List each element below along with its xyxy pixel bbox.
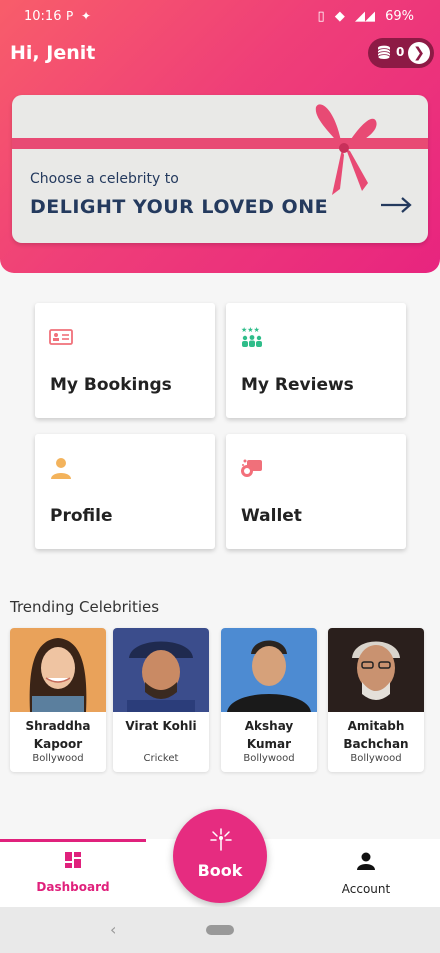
account-icon: [357, 852, 375, 870]
tab-account-label: Account: [341, 882, 391, 896]
active-tab-indicator: [0, 839, 146, 842]
reviews-group-icon: ★★★: [241, 326, 262, 347]
celebrity-name: Akshay Kumar: [244, 719, 294, 751]
book-label: Book: [197, 861, 243, 880]
wallet-icon: [241, 459, 262, 477]
profile-card[interactable]: Profile: [35, 434, 215, 549]
celebrity-card[interactable]: Amitabh Bachchan Bollywood: [328, 628, 424, 772]
vibrate-icon: ▯: [317, 9, 325, 24]
dashboard-icon: [65, 852, 81, 868]
tab-dashboard-label: Dashboard: [36, 880, 110, 894]
gift-banner[interactable]: Choose a celebrity to DELIGHT YOUR LOVED…: [12, 95, 428, 243]
celebrity-name: Shraddha Kapoor: [25, 719, 91, 751]
tab-account[interactable]: Account: [306, 852, 426, 896]
wallet-label: Wallet: [241, 506, 302, 526]
wallet-card[interactable]: Wallet: [226, 434, 406, 549]
celebrity-category: Bollywood: [32, 753, 84, 764]
home-pill-icon[interactable]: [206, 925, 234, 935]
system-nav-bar: ‹: [0, 907, 440, 953]
banner-subtitle: Choose a celebrity to: [30, 171, 179, 187]
celebrity-card[interactable]: Shraddha Kapoor Bollywood: [10, 628, 106, 772]
my-bookings-label: My Bookings: [50, 375, 172, 395]
gift-bow-icon: [315, 104, 377, 195]
wallet-coins-button[interactable]: 0 ❯: [368, 38, 434, 68]
celebrity-photo: [113, 628, 209, 712]
notification-icons: P ✦: [66, 9, 94, 23]
celebrity-name: Amitabh Bachchan: [343, 719, 409, 751]
celebrity-category: Bollywood: [243, 753, 295, 764]
celebrity-photo: [10, 628, 106, 712]
tab-dashboard[interactable]: Dashboard: [13, 852, 133, 894]
status-right: ▯ ◆ ◢◢ 69%: [312, 9, 414, 24]
my-reviews-card[interactable]: ★★★ My Reviews: [226, 303, 406, 418]
celebrity-card[interactable]: Akshay Kumar Bollywood: [221, 628, 317, 772]
svg-text:★★★: ★★★: [241, 326, 260, 334]
fireworks-icon: [210, 828, 232, 851]
person-icon: [51, 458, 71, 479]
my-reviews-label: My Reviews: [241, 375, 354, 395]
status-bar: 10:16 P ✦ ▯ ◆ ◢◢ 69%: [0, 0, 440, 34]
status-time: 10:16: [24, 9, 62, 24]
id-card-icon: [49, 329, 73, 345]
my-bookings-card[interactable]: My Bookings: [35, 303, 215, 418]
book-button[interactable]: Book: [173, 809, 267, 903]
banner-title: DELIGHT YOUR LOVED ONE: [30, 196, 329, 218]
battery-level: 69%: [385, 9, 414, 24]
celebrity-photo: [221, 628, 317, 712]
chevron-right-icon: ❯: [408, 42, 430, 64]
celebrity-card[interactable]: Virat Kohli Cricket: [113, 628, 209, 772]
wifi-icon: ◆: [334, 9, 345, 24]
coin-count: 0: [396, 45, 405, 59]
celebrity-category: Cricket: [143, 753, 179, 764]
profile-label: Profile: [50, 506, 113, 526]
signal-icon: ◢◢: [354, 9, 375, 24]
celebrity-photo: [328, 628, 424, 712]
celebrity-name: Virat Kohli: [125, 719, 197, 733]
coin-stack-icon: [377, 45, 391, 60]
back-icon[interactable]: ‹: [110, 920, 116, 939]
celebrity-category: Bollywood: [350, 753, 402, 764]
trending-title: Trending Celebrities: [10, 598, 160, 616]
greeting-text: Hi, Jenit: [10, 42, 96, 64]
arrow-right-icon: [381, 197, 412, 213]
